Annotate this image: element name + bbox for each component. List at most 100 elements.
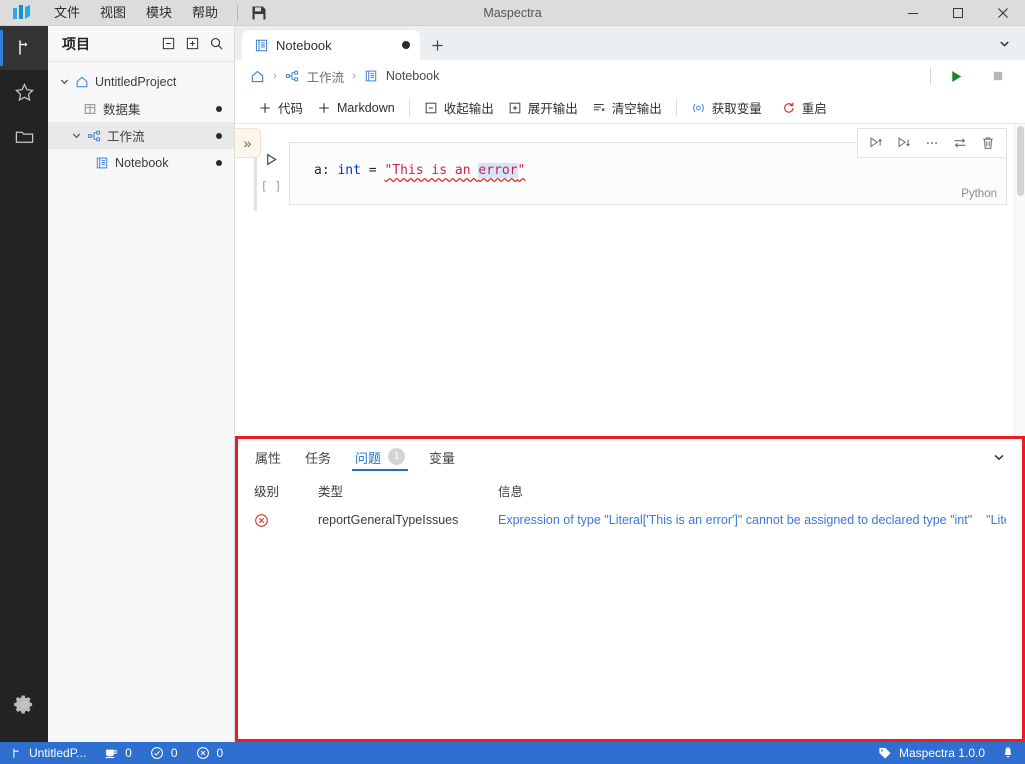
title-bar: 文件 视图 模块 帮助 Maspectra [0, 0, 1025, 26]
collapse-sidebar-handle[interactable]: » [235, 128, 261, 158]
run-all-button[interactable] [943, 64, 969, 88]
add-code-cell-button[interactable]: 代码 [251, 95, 310, 120]
tab-overflow-button[interactable] [998, 26, 1025, 60]
maximize-button[interactable] [935, 0, 980, 26]
tree-item-status-dot [216, 105, 222, 112]
run-above-icon [870, 137, 883, 148]
code-var: a [314, 163, 322, 178]
tab-notebook[interactable]: Notebook [242, 30, 420, 60]
notebook-toolbar: 代码 Markdown 收起输出 展开输出 清空输出 获取变量 重启 [235, 92, 1025, 124]
menu-help[interactable]: 帮助 [182, 2, 228, 24]
run-above-button[interactable] [862, 130, 890, 156]
tree-item-status-dot [216, 132, 222, 139]
tag-icon [879, 747, 891, 759]
notebook-icon [364, 69, 378, 83]
main-body: 项目 UntitledProject 数据集 工作流 Notebook Note… [0, 26, 1025, 742]
collapse-all-button[interactable] [161, 36, 176, 51]
chevron-down-icon[interactable] [56, 76, 72, 87]
expand-output-button[interactable]: 展开输出 [501, 95, 585, 120]
breadcrumb-item-workflow[interactable]: 工作流 [307, 67, 345, 86]
menu-view[interactable]: 视图 [90, 2, 136, 24]
collapse-panel-button[interactable] [992, 450, 1010, 464]
code-colon: : [321, 163, 338, 178]
tab-label: 属性 [255, 450, 282, 466]
status-brand[interactable]: Maspectra 1.0.0 [878, 746, 985, 760]
kernel-count-value: 0 [125, 746, 132, 760]
tree-item-untitledproject[interactable]: UntitledProject [48, 68, 234, 95]
error-count[interactable]: 0 [196, 746, 223, 760]
error-circle-icon [196, 747, 209, 759]
home-icon[interactable] [250, 69, 265, 84]
restart-icon [783, 102, 794, 113]
stop-button[interactable] [985, 64, 1011, 88]
breadcrumb-separator: › [273, 70, 277, 82]
save-button[interactable] [247, 5, 271, 21]
notebook-editor: » [] a: int = "This is an error" Python [235, 124, 1025, 436]
minimize-icon [907, 12, 918, 14]
add-markdown-cell-button[interactable]: Markdown [310, 98, 402, 118]
breadcrumb-separator: › [352, 70, 356, 82]
clear-output-button[interactable]: 清空输出 [585, 95, 669, 120]
tree-item-label: 工作流 [107, 130, 145, 144]
cell-language-label[interactable]: Python [961, 188, 997, 200]
tree-item-datasets[interactable]: 数据集 [48, 95, 234, 122]
run-below-button[interactable] [890, 130, 918, 156]
maximize-icon [952, 7, 963, 18]
status-project[interactable]: UntitledP... [10, 746, 86, 760]
status-metrics: 0 0 0 [104, 746, 223, 760]
plus-icon [260, 102, 270, 113]
new-tab-button[interactable] [420, 30, 454, 60]
tab-dirty-indicator[interactable] [402, 41, 410, 49]
tree-item-notebook[interactable]: Notebook [48, 149, 234, 176]
close-button[interactable] [980, 0, 1025, 26]
editor-scrollbar[interactable] [1014, 124, 1025, 436]
run-icon [951, 70, 961, 82]
project-sidebar: 项目 UntitledProject 数据集 工作流 Notebook [48, 26, 235, 742]
get-variables-button[interactable]: 获取变量 [684, 95, 769, 120]
chevron-down-icon [994, 454, 1004, 461]
collapse-output-button[interactable]: 收起输出 [417, 95, 501, 120]
chevron-down-icon[interactable] [68, 130, 84, 141]
activity-files[interactable] [0, 114, 48, 158]
activity-favorites[interactable] [0, 70, 48, 114]
table-row[interactable]: reportGeneralTypeIssues Expression of ty… [238, 505, 1022, 535]
tree-item-workflow[interactable]: 工作流 [48, 122, 234, 149]
restart-button[interactable]: 重启 [775, 95, 834, 120]
problem-message-cell: Expression of type "Literal['This is an … [498, 513, 1006, 527]
breadcrumb: › 工作流 › Notebook [235, 60, 1025, 92]
editor-scrollbar-thumb[interactable] [1017, 126, 1024, 196]
run-cell-button[interactable] [264, 152, 279, 167]
tab-properties[interactable]: 属性 [254, 439, 282, 475]
expand-all-button[interactable] [185, 36, 200, 51]
activity-settings[interactable] [0, 682, 48, 726]
window-controls [890, 0, 1025, 26]
menu-modules[interactable]: 模块 [136, 2, 182, 24]
delete-cell-button[interactable] [974, 130, 1002, 156]
chevron-down-icon [1000, 40, 1009, 47]
activity-workflow[interactable] [0, 26, 48, 70]
plus-icon [431, 39, 443, 51]
problem-message: Expression of type "Literal['This is an … [498, 513, 973, 527]
problem-type: reportGeneralTypeIssues [318, 513, 459, 527]
notebook-icon [254, 38, 269, 53]
tab-tasks[interactable]: 任务 [304, 439, 332, 475]
minimize-button[interactable] [890, 0, 935, 26]
code-string-part2: " [517, 163, 526, 178]
plus-icon [319, 102, 329, 113]
folder-icon [15, 131, 33, 143]
breadcrumb-item-notebook[interactable]: Notebook [386, 69, 440, 83]
button-label: 获取变量 [711, 102, 762, 116]
search-button[interactable] [209, 36, 224, 51]
switch-cell-type-button[interactable] [946, 130, 974, 156]
breadcrumb-actions [918, 64, 1011, 88]
menu-file[interactable]: 文件 [44, 2, 90, 24]
notifications-button[interactable] [1001, 746, 1015, 760]
success-count[interactable]: 0 [150, 746, 178, 760]
play-outline-icon [266, 153, 277, 166]
tab-problems[interactable]: 问题 1 [352, 439, 409, 475]
more-options-button[interactable] [918, 130, 946, 156]
tab-variables[interactable]: 变量 [428, 439, 456, 475]
problem-message-secondary: "Literal['Th… [986, 513, 1006, 527]
tab-label: Notebook [276, 37, 332, 53]
kernel-count[interactable]: 0 [104, 746, 132, 760]
